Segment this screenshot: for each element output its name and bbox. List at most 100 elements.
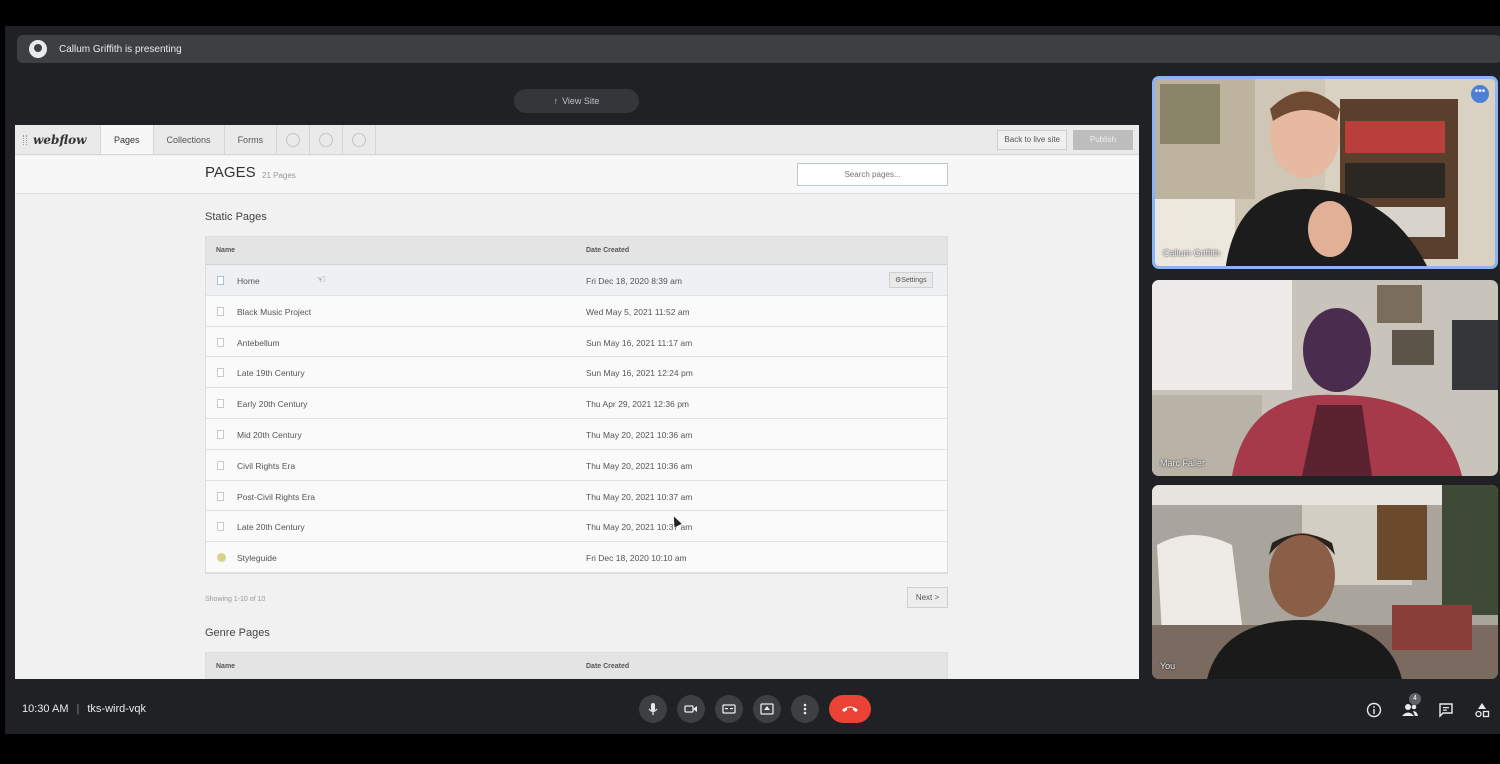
table-row[interactable]: Civil Rights Era Thu May 20, 2021 10:36 a… (206, 449, 947, 481)
microphone-button[interactable] (639, 695, 667, 723)
participant-name: Marc Faller (1160, 458, 1206, 468)
pagination-info: Showing 1-10 of 10 (205, 596, 266, 603)
info-icon (1366, 702, 1382, 718)
row-name: Late 19th Century (237, 368, 305, 379)
table-row[interactable]: Mid 20th Century Thu May 20, 2021 10:36 a… (206, 418, 947, 450)
page-icon (217, 337, 224, 347)
separator: | (76, 703, 80, 715)
activities-button[interactable] (1473, 701, 1491, 719)
table-row[interactable]: Styleguide Fri Dec 18, 2020 10:10 am (206, 542, 947, 573)
row-name: Home (237, 276, 260, 286)
presenter-avatar-icon (29, 40, 47, 58)
participant-video (1155, 79, 1495, 266)
toolbar-round-button-2[interactable] (310, 125, 344, 154)
participant-video (1152, 485, 1498, 679)
row-date: Thu May 20, 2021 10:36 am (586, 460, 693, 471)
more-options-icon[interactable]: ••• (1471, 85, 1489, 103)
side-controls: 4 (1365, 693, 1491, 719)
row-name: Civil Rights Era (237, 460, 296, 471)
participant-name: Callum Griffith (1163, 248, 1220, 258)
search-pages-input[interactable] (797, 163, 948, 186)
view-site-button[interactable]: ↑ View Site (514, 89, 639, 113)
shared-screen: webflow Pages Collections Forms Back to … (15, 125, 1139, 679)
tab-forms[interactable]: Forms (225, 125, 278, 154)
hand-cursor-icon: ☜ (316, 274, 326, 286)
toolbar-round-button-1[interactable] (277, 125, 311, 154)
meeting-info: 10:30 AM | tks-wird-vqk (22, 703, 146, 715)
captions-button[interactable] (715, 695, 743, 723)
back-to-live-site-button[interactable]: Back to live site (997, 129, 1067, 150)
camera-icon (684, 705, 697, 713)
page-icon (217, 522, 224, 532)
col-name-header: Name (216, 247, 236, 254)
page-title: PAGES (205, 164, 256, 181)
video-tile-you[interactable]: You (1152, 485, 1498, 679)
genre-pages-title: Genre Pages (205, 627, 270, 639)
presenting-text: Callum Griffith is presenting (59, 43, 182, 55)
tab-pages[interactable]: Pages (101, 125, 154, 154)
webflow-topbar: webflow Pages Collections Forms Back to … (15, 125, 1139, 155)
row-name: Post-Civil Rights Era (237, 491, 315, 502)
next-page-button[interactable]: Next > (907, 587, 948, 608)
row-date: Sun May 16, 2021 11:17 am (586, 337, 693, 348)
participant-name: You (1160, 661, 1176, 671)
present-now-button[interactable] (753, 695, 781, 723)
video-tile-callum[interactable]: Callum Griffith ••• (1152, 76, 1498, 269)
row-date: Thu Apr 29, 2021 12:36 pm (586, 399, 690, 410)
tab-collections[interactable]: Collections (154, 125, 225, 154)
chat-button[interactable] (1437, 701, 1455, 719)
table-row[interactable]: Antebellum Sun May 16, 2021 11:17 am (206, 326, 947, 358)
static-pages-table: Name Date Created Home ☜ Fri Dec 18, 202… (205, 236, 948, 574)
circle-icon (319, 132, 334, 147)
home-page-icon (217, 276, 224, 285)
col-date-header: Date Created (586, 663, 630, 670)
microphone-icon (648, 703, 658, 715)
table-row[interactable]: Home ☜ Fri Dec 18, 2020 8:39 am ⚙ Settin… (206, 265, 947, 296)
page-icon (217, 306, 224, 316)
webflow-logo: webflow (33, 132, 87, 147)
people-button[interactable]: 4 (1401, 693, 1421, 719)
activities-icon (1475, 703, 1490, 718)
row-date: Thu May 20, 2021 10:36 am (586, 429, 693, 440)
camera-button[interactable] (677, 695, 705, 723)
meeting-time: 10:30 AM (22, 703, 69, 715)
pages-header: PAGES 21 Pages (15, 156, 1139, 194)
table-row[interactable]: Late 20th Century Thu May 20, 2021 10:37 … (206, 511, 947, 543)
topbar-right: Back to live site Publish (997, 125, 1139, 154)
page-icon (217, 491, 224, 501)
row-name: Black Music Project (237, 306, 312, 317)
circle-icon (352, 132, 367, 147)
table-header: Name Date Created (206, 237, 947, 265)
toolbar-round-button-3[interactable] (343, 125, 377, 154)
row-date: Fri Dec 18, 2020 10:10 am (586, 553, 687, 564)
meeting-code: tks-wird-vqk (87, 703, 147, 715)
video-tile-marc[interactable]: Marc Faller (1152, 280, 1498, 476)
publish-button[interactable]: Publish (1073, 129, 1133, 150)
presenting-bar: Callum Griffith is presenting (17, 35, 1500, 63)
row-name: Antebellum (237, 337, 280, 348)
table-header: Name Date Created (206, 653, 947, 679)
row-name: Mid 20th Century (237, 429, 302, 440)
leave-call-button[interactable] (829, 695, 871, 723)
webflow-logo-area: webflow (15, 125, 101, 154)
meet-window: Callum Griffith is presenting ↑ View Sit… (5, 26, 1500, 734)
table-row[interactable]: Black Music Project Wed May 5, 2021 11:52… (206, 295, 947, 327)
captions-icon (722, 704, 736, 714)
settings-label: Settings (901, 276, 927, 284)
more-options-button[interactable] (791, 695, 819, 723)
palette-icon (217, 553, 226, 563)
col-date-header: Date Created (586, 247, 630, 254)
row-date: Thu May 20, 2021 10:37 am (586, 491, 693, 502)
col-name-header: Name (216, 663, 236, 670)
genre-pages-table: Name Date Created (205, 652, 948, 679)
row-date: Wed May 5, 2021 11:52 am (586, 306, 690, 317)
row-settings-button[interactable]: ⚙ Settings (889, 272, 933, 288)
meeting-details-button[interactable] (1365, 701, 1383, 719)
table-row[interactable]: Early 20th Century Thu Apr 29, 2021 12:36… (206, 388, 947, 419)
table-row[interactable]: Post-Civil Rights Era Thu May 20, 2021 10… (206, 480, 947, 512)
participant-video (1152, 280, 1498, 476)
table-row[interactable]: Late 19th Century Sun May 16, 2021 12:24 … (206, 357, 947, 389)
page-icon (217, 368, 224, 378)
participant-count-badge: 4 (1409, 693, 1421, 705)
arrow-up-icon: ↑ (553, 96, 559, 106)
